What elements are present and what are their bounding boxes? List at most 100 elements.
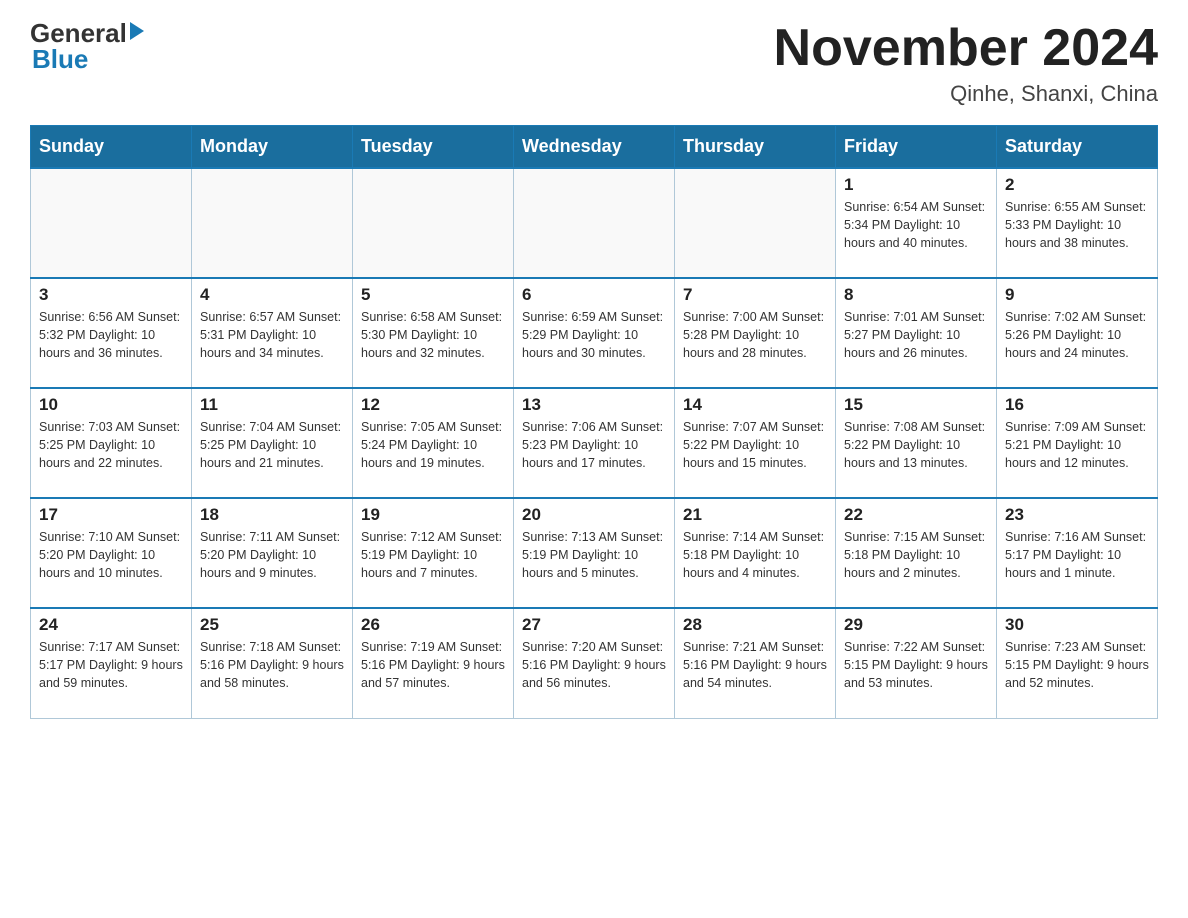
day-info: Sunrise: 7:23 AM Sunset: 5:15 PM Dayligh… [1005,638,1149,692]
day-info: Sunrise: 7:11 AM Sunset: 5:20 PM Dayligh… [200,528,344,582]
day-info: Sunrise: 7:03 AM Sunset: 5:25 PM Dayligh… [39,418,183,472]
calendar-day-cell: 29 Sunrise: 7:22 AM Sunset: 5:15 PM Dayli… [836,608,997,718]
day-number: 5 [361,285,505,305]
day-info: Sunrise: 7:06 AM Sunset: 5:23 PM Dayligh… [522,418,666,472]
day-number: 13 [522,395,666,415]
day-info: Sunrise: 7:17 AM Sunset: 5:17 PM Dayligh… [39,638,183,692]
calendar-day-cell: 13 Sunrise: 7:06 AM Sunset: 5:23 PM Dayli… [514,388,675,498]
day-info: Sunrise: 7:22 AM Sunset: 5:15 PM Dayligh… [844,638,988,692]
weekday-header-friday: Friday [836,126,997,169]
calendar-day-cell: 8 Sunrise: 7:01 AM Sunset: 5:27 PM Daylig… [836,278,997,388]
day-number: 22 [844,505,988,525]
day-info: Sunrise: 6:59 AM Sunset: 5:29 PM Dayligh… [522,308,666,362]
day-number: 14 [683,395,827,415]
calendar-day-cell: 27 Sunrise: 7:20 AM Sunset: 5:16 PM Dayli… [514,608,675,718]
day-number: 11 [200,395,344,415]
logo-blue-text: Blue [32,44,88,75]
day-number: 18 [200,505,344,525]
day-number: 1 [844,175,988,195]
calendar-day-cell: 17 Sunrise: 7:10 AM Sunset: 5:20 PM Dayli… [31,498,192,608]
day-number: 26 [361,615,505,635]
calendar-week-row: 3 Sunrise: 6:56 AM Sunset: 5:32 PM Daylig… [31,278,1158,388]
day-info: Sunrise: 7:13 AM Sunset: 5:19 PM Dayligh… [522,528,666,582]
day-info: Sunrise: 6:55 AM Sunset: 5:33 PM Dayligh… [1005,198,1149,252]
calendar-day-cell: 28 Sunrise: 7:21 AM Sunset: 5:16 PM Dayli… [675,608,836,718]
calendar-day-cell: 21Sunrise: 7:14 AM Sunset: 5:18 PM Dayli… [675,498,836,608]
calendar-day-cell: 16 Sunrise: 7:09 AM Sunset: 5:21 PM Dayli… [997,388,1158,498]
day-info: Sunrise: 7:02 AM Sunset: 5:26 PM Dayligh… [1005,308,1149,362]
calendar-day-cell: 7Sunrise: 7:00 AM Sunset: 5:28 PM Daylig… [675,278,836,388]
day-info: Sunrise: 7:15 AM Sunset: 5:18 PM Dayligh… [844,528,988,582]
calendar-day-cell [353,168,514,278]
calendar-day-cell: 26Sunrise: 7:19 AM Sunset: 5:16 PM Dayli… [353,608,514,718]
day-number: 23 [1005,505,1149,525]
title-block: November 2024 Qinhe, Shanxi, China [774,20,1158,107]
day-info: Sunrise: 6:56 AM Sunset: 5:32 PM Dayligh… [39,308,183,362]
calendar-day-cell: 20 Sunrise: 7:13 AM Sunset: 5:19 PM Dayli… [514,498,675,608]
calendar-day-cell [675,168,836,278]
day-number: 24 [39,615,183,635]
location-text: Qinhe, Shanxi, China [774,81,1158,107]
page-header: General Blue November 2024 Qinhe, Shanxi… [30,20,1158,107]
day-number: 28 [683,615,827,635]
day-number: 30 [1005,615,1149,635]
calendar-day-cell: 9 Sunrise: 7:02 AM Sunset: 5:26 PM Daylig… [997,278,1158,388]
day-info: Sunrise: 7:12 AM Sunset: 5:19 PM Dayligh… [361,528,505,582]
day-number: 3 [39,285,183,305]
day-number: 27 [522,615,666,635]
calendar-day-cell: 19 Sunrise: 7:12 AM Sunset: 5:19 PM Dayli… [353,498,514,608]
day-number: 15 [844,395,988,415]
day-number: 12 [361,395,505,415]
day-number: 29 [844,615,988,635]
weekday-header-sunday: Sunday [31,126,192,169]
day-number: 25 [200,615,344,635]
calendar-day-cell: 4Sunrise: 6:57 AM Sunset: 5:31 PM Daylig… [192,278,353,388]
weekday-header-thursday: Thursday [675,126,836,169]
day-info: Sunrise: 7:20 AM Sunset: 5:16 PM Dayligh… [522,638,666,692]
logo-arrow-icon [130,22,144,40]
day-number: 17 [39,505,183,525]
calendar-day-cell: 6 Sunrise: 6:59 AM Sunset: 5:29 PM Daylig… [514,278,675,388]
calendar-day-cell: 18 Sunrise: 7:11 AM Sunset: 5:20 PM Dayli… [192,498,353,608]
calendar-header-row: SundayMondayTuesdayWednesdayThursdayFrid… [31,126,1158,169]
calendar-day-cell: 3 Sunrise: 6:56 AM Sunset: 5:32 PM Daylig… [31,278,192,388]
day-info: Sunrise: 7:00 AM Sunset: 5:28 PM Dayligh… [683,308,827,362]
day-number: 20 [522,505,666,525]
day-number: 21 [683,505,827,525]
day-info: Sunrise: 7:08 AM Sunset: 5:22 PM Dayligh… [844,418,988,472]
day-number: 6 [522,285,666,305]
day-info: Sunrise: 7:18 AM Sunset: 5:16 PM Dayligh… [200,638,344,692]
day-number: 4 [200,285,344,305]
calendar-day-cell: 10 Sunrise: 7:03 AM Sunset: 5:25 PM Dayli… [31,388,192,498]
day-info: Sunrise: 7:05 AM Sunset: 5:24 PM Dayligh… [361,418,505,472]
day-info: Sunrise: 7:09 AM Sunset: 5:21 PM Dayligh… [1005,418,1149,472]
month-title: November 2024 [774,20,1158,77]
day-info: Sunrise: 7:01 AM Sunset: 5:27 PM Dayligh… [844,308,988,362]
logo: General Blue [30,20,144,75]
calendar-day-cell: 14 Sunrise: 7:07 AM Sunset: 5:22 PM Dayli… [675,388,836,498]
day-number: 16 [1005,395,1149,415]
calendar-day-cell: 2 Sunrise: 6:55 AM Sunset: 5:33 PM Daylig… [997,168,1158,278]
day-number: 19 [361,505,505,525]
weekday-header-monday: Monday [192,126,353,169]
calendar-day-cell: 15 Sunrise: 7:08 AM Sunset: 5:22 PM Dayli… [836,388,997,498]
calendar-day-cell: 22 Sunrise: 7:15 AM Sunset: 5:18 PM Dayli… [836,498,997,608]
day-number: 9 [1005,285,1149,305]
calendar-day-cell: 1 Sunrise: 6:54 AM Sunset: 5:34 PM Daylig… [836,168,997,278]
calendar-day-cell: 12 Sunrise: 7:05 AM Sunset: 5:24 PM Dayli… [353,388,514,498]
day-number: 10 [39,395,183,415]
calendar-table: SundayMondayTuesdayWednesdayThursdayFrid… [30,125,1158,719]
day-info: Sunrise: 7:16 AM Sunset: 5:17 PM Dayligh… [1005,528,1149,582]
day-number: 8 [844,285,988,305]
day-number: 2 [1005,175,1149,195]
day-info: Sunrise: 7:21 AM Sunset: 5:16 PM Dayligh… [683,638,827,692]
day-info: Sunrise: 7:07 AM Sunset: 5:22 PM Dayligh… [683,418,827,472]
weekday-header-saturday: Saturday [997,126,1158,169]
calendar-week-row: 17 Sunrise: 7:10 AM Sunset: 5:20 PM Dayli… [31,498,1158,608]
day-info: Sunrise: 7:10 AM Sunset: 5:20 PM Dayligh… [39,528,183,582]
day-info: Sunrise: 7:04 AM Sunset: 5:25 PM Dayligh… [200,418,344,472]
calendar-week-row: 1 Sunrise: 6:54 AM Sunset: 5:34 PM Daylig… [31,168,1158,278]
day-info: Sunrise: 6:54 AM Sunset: 5:34 PM Dayligh… [844,198,988,252]
calendar-week-row: 24 Sunrise: 7:17 AM Sunset: 5:17 PM Dayli… [31,608,1158,718]
calendar-day-cell [192,168,353,278]
